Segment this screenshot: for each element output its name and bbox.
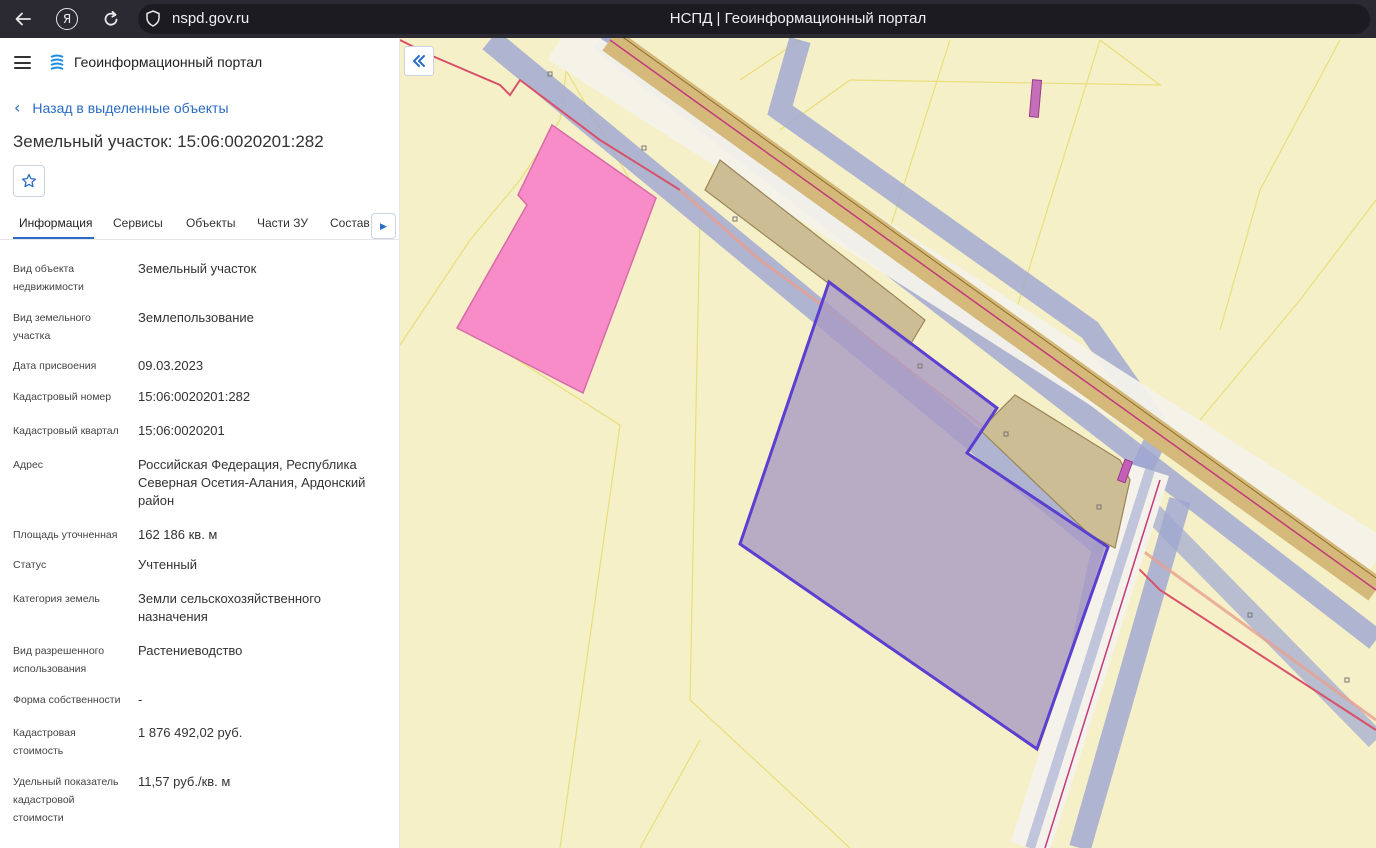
property-label: Кадастровый квартал [13,425,119,437]
property-label: Вид объекта недвижимости [13,263,84,293]
property-label: Кадастровая стоимость [13,727,76,757]
back-arrow-icon[interactable] [12,8,34,30]
tabs-scroll-right-button[interactable]: ▶ [371,213,396,239]
favorite-button[interactable] [13,165,45,197]
chevron-left-icon: ‹ [14,98,21,117]
star-icon [21,173,37,188]
address-bar[interactable] [138,4,1370,34]
property-value: Учтенный [138,557,198,572]
browser-toolbar: Я nspd.gov.ru НСПД | Геоинформационный п… [0,0,1376,38]
shield-icon[interactable] [146,10,160,27]
property-label: Вид земельного участка [13,312,91,342]
property-value: - [138,692,143,707]
collapse-sidebar-button[interactable] [404,46,434,76]
property-label: Форма собственности [13,694,121,706]
portal-name[interactable]: Геоинформационный портал [74,54,262,70]
property-label: Вид разрешенного использования [13,645,105,675]
property-value: 15:06:0020201:282 [138,389,251,404]
property-label: Статус [13,559,47,571]
property-value: 1 876 492,02 руб. [138,725,243,740]
cadastral-map[interactable] [400,38,1376,848]
url-text[interactable]: nspd.gov.ru [172,10,249,27]
property-label: Кадастровый номер [13,391,112,403]
portal-logo-icon [48,53,66,71]
property-label: Категория земель [13,593,100,605]
tab-information[interactable]: Информация [19,216,92,230]
property-value: 162 186 кв. м [138,527,218,542]
double-chevron-left-icon [413,55,425,67]
reload-icon[interactable] [100,8,122,30]
property-label: Площадь уточненная [13,529,118,541]
active-tab-indicator [13,237,94,239]
property-value: Растениеводство [138,643,243,658]
info-sidebar: Геоинформационный портал ‹ Назад в выдел… [0,38,400,848]
property-label: Удельный показатель кадастровой стоимост… [13,776,119,824]
tab-services[interactable]: Сервисы [113,216,163,230]
tabs-bar: Информация Сервисы Объекты Части ЗУ Сост… [0,210,399,240]
map-canvas[interactable] [400,38,1376,848]
tab-composition[interactable]: Состав [330,216,370,230]
property-value: 09.03.2023 [138,358,204,373]
property-value: Землепользование [138,310,254,325]
tab-objects[interactable]: Объекты [186,216,236,230]
property-value: Земельный участок [138,261,257,276]
caret-right-icon: ▶ [380,220,387,231]
tab-parcel-parts[interactable]: Части ЗУ [257,216,308,230]
small-structure[interactable] [1028,79,1043,118]
back-link-label: Назад в выделенные объекты [32,99,229,116]
yandex-icon[interactable]: Я [56,8,78,30]
property-value: Земли сельскохозяйственного назначения [138,591,321,624]
object-title: Земельный участок: 15:06:0020201:282 [13,132,324,151]
property-label: Адрес [13,459,44,471]
property-value: Российская Федерация, Республика Северна… [138,457,366,508]
property-value: 11,57 руб./кв. м [138,774,231,789]
back-to-selected-link[interactable]: ‹ Назад в выделенные объекты [14,98,229,117]
hamburger-icon[interactable] [14,56,31,69]
property-value: 15:06:0020201 [138,423,225,438]
property-label: Дата присвоения [13,360,97,372]
